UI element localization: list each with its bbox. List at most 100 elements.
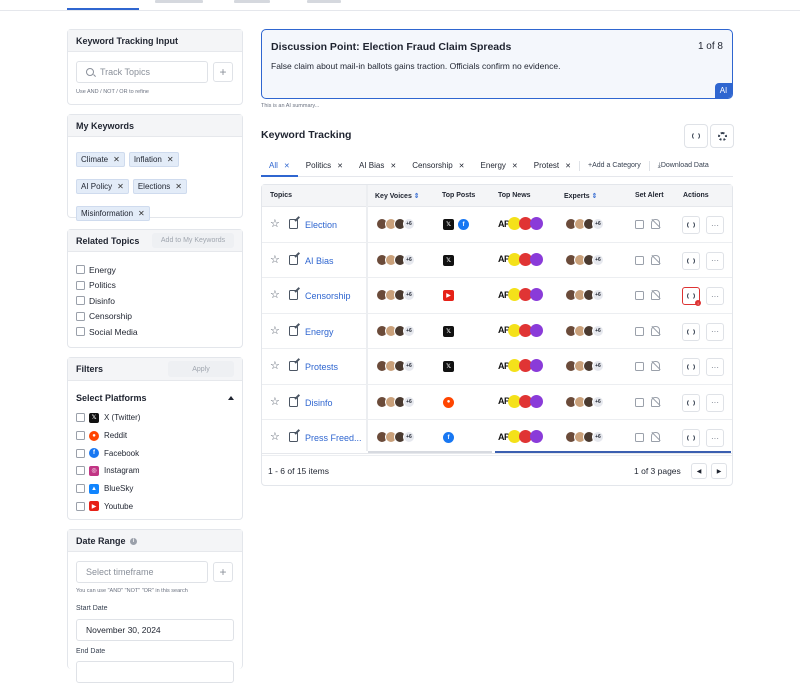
timeframe-input[interactable]: Select timeframe — [76, 561, 208, 583]
end-date-input[interactable] — [76, 661, 234, 683]
experts[interactable]: +6 — [565, 324, 604, 337]
note-icon[interactable] — [289, 432, 298, 442]
key-voices[interactable]: +6 — [376, 253, 415, 266]
alert-checkbox[interactable] — [635, 397, 644, 407]
keyword-chip[interactable]: Elections ✕ — [132, 179, 187, 194]
bell-off-icon[interactable] — [651, 254, 660, 265]
topic-link[interactable]: Press Freed... — [305, 433, 363, 443]
platform-checkbox[interactable] — [76, 448, 85, 458]
note-icon[interactable] — [289, 290, 298, 300]
key-voices[interactable]: +6 — [376, 431, 415, 443]
platform-checkbox[interactable] — [76, 501, 85, 511]
nav-tab-4[interactable] — [307, 0, 341, 3]
more-count[interactable]: +6 — [403, 218, 415, 230]
more-count[interactable]: +6 — [592, 253, 604, 266]
top-news[interactable]: AP — [498, 430, 543, 443]
sort-icon[interactable]: ⇕ — [590, 193, 598, 200]
platform-item[interactable]: ● Reddit — [76, 427, 140, 445]
nav-tab-2[interactable] — [155, 0, 203, 3]
more-count[interactable]: +6 — [403, 395, 415, 408]
youtube-icon[interactable]: ▶ — [443, 290, 454, 301]
note-icon[interactable] — [289, 361, 298, 371]
download-data-button[interactable]: ⤓ Download Data — [658, 162, 709, 170]
reddit-icon[interactable]: ● — [443, 396, 454, 408]
related-topic-checkbox[interactable] — [76, 327, 85, 337]
key-voices[interactable]: +6 — [376, 218, 415, 230]
top-news[interactable]: AP — [498, 252, 543, 266]
tab-ai-bias[interactable]: AI Bias ✕ — [351, 156, 404, 176]
bell-off-icon[interactable] — [651, 219, 660, 229]
x-icon[interactable]: 𝕏 — [443, 219, 454, 230]
star-icon[interactable]: ☆ — [270, 361, 280, 372]
note-icon[interactable] — [289, 325, 298, 336]
apply-button[interactable]: Apply — [168, 361, 234, 377]
related-topic-item[interactable]: Social Media — [76, 324, 138, 340]
key-voices[interactable]: +6 — [376, 395, 415, 408]
tab-all[interactable]: All ✕ — [261, 155, 298, 177]
keyword-chip[interactable]: Climate ✕ — [76, 152, 125, 167]
alert-checkbox[interactable] — [635, 291, 644, 300]
remove-chip-icon[interactable]: ✕ — [138, 209, 145, 218]
close-tab-icon[interactable]: ✕ — [459, 162, 465, 170]
more-count[interactable]: +6 — [403, 360, 415, 372]
key-voices[interactable]: +6 — [376, 360, 415, 372]
topic-link[interactable]: Election — [305, 220, 363, 230]
star-icon[interactable]: ☆ — [270, 254, 280, 266]
sync-button[interactable] — [682, 358, 700, 376]
bell-off-icon[interactable] — [651, 325, 660, 336]
keyword-chip[interactable]: Misinformation ✕ — [76, 206, 150, 221]
bell-off-icon[interactable] — [651, 396, 660, 407]
related-topic-item[interactable]: Politics — [76, 278, 138, 294]
sync-button[interactable] — [682, 393, 700, 412]
more-options-button[interactable]: ··· — [706, 393, 724, 412]
remove-chip-icon[interactable]: ✕ — [117, 182, 124, 191]
close-tab-icon[interactable]: ✕ — [565, 162, 571, 170]
prev-page-button[interactable]: ◀ — [691, 463, 707, 479]
remove-chip-icon[interactable]: ✕ — [113, 155, 120, 164]
column-header-experts[interactable]: Experts ⇕ — [564, 192, 598, 200]
add-timeframe-button[interactable]: + — [213, 562, 233, 582]
bell-off-icon[interactable] — [651, 290, 660, 300]
more-count[interactable]: +6 — [592, 431, 604, 443]
note-icon[interactable] — [289, 396, 298, 407]
note-icon[interactable] — [289, 254, 298, 265]
more-options-button[interactable]: ··· — [706, 251, 724, 270]
sync-button[interactable] — [682, 322, 700, 341]
experts[interactable]: +6 — [565, 431, 604, 443]
more-count[interactable]: +6 — [403, 324, 415, 337]
settings-button[interactable] — [710, 124, 734, 148]
keyword-chip[interactable]: Inflation ✕ — [128, 152, 179, 167]
platform-item[interactable]: ◎ Instagram — [76, 462, 140, 480]
more-count[interactable]: +6 — [592, 324, 604, 337]
related-topic-item[interactable]: Energy — [76, 262, 138, 278]
tab-censorship[interactable]: Censorship ✕ — [404, 156, 472, 176]
column-header-key-voices[interactable]: Key Voices ⇕ — [375, 192, 420, 200]
close-tab-icon[interactable]: ✕ — [512, 162, 518, 170]
platform-item[interactable]: ▲ BlueSky — [76, 480, 140, 498]
sync-button[interactable] — [682, 429, 700, 447]
note-icon[interactable] — [289, 219, 298, 229]
more-count[interactable]: +6 — [592, 395, 604, 408]
star-icon[interactable]: ☆ — [270, 396, 280, 408]
platform-checkbox[interactable] — [76, 413, 85, 423]
key-voices[interactable]: +6 — [376, 289, 415, 301]
platform-checkbox[interactable] — [76, 431, 85, 441]
experts[interactable]: +6 — [565, 253, 604, 266]
related-topic-checkbox[interactable] — [76, 296, 85, 306]
remove-chip-icon[interactable]: ✕ — [175, 182, 182, 191]
x-icon[interactable]: 𝕏 — [443, 325, 454, 337]
x-icon[interactable]: 𝕏 — [443, 361, 454, 372]
experts[interactable]: +6 — [565, 395, 604, 408]
tab-politics[interactable]: Politics ✕ — [298, 156, 351, 176]
add-category-button[interactable]: + Add a Category — [588, 162, 641, 169]
tab-energy[interactable]: Energy ✕ — [473, 156, 526, 176]
nav-tab-3[interactable] — [234, 0, 270, 3]
related-topic-item[interactable]: Censorship — [76, 309, 138, 325]
alert-checkbox[interactable] — [635, 255, 644, 265]
sync-button[interactable]: ! — [682, 287, 701, 306]
platform-checkbox[interactable] — [76, 466, 85, 476]
alert-checkbox[interactable] — [635, 220, 644, 229]
next-page-button[interactable]: ▶ — [711, 463, 727, 479]
more-count[interactable]: +6 — [592, 218, 604, 230]
bell-off-icon[interactable] — [651, 432, 660, 442]
